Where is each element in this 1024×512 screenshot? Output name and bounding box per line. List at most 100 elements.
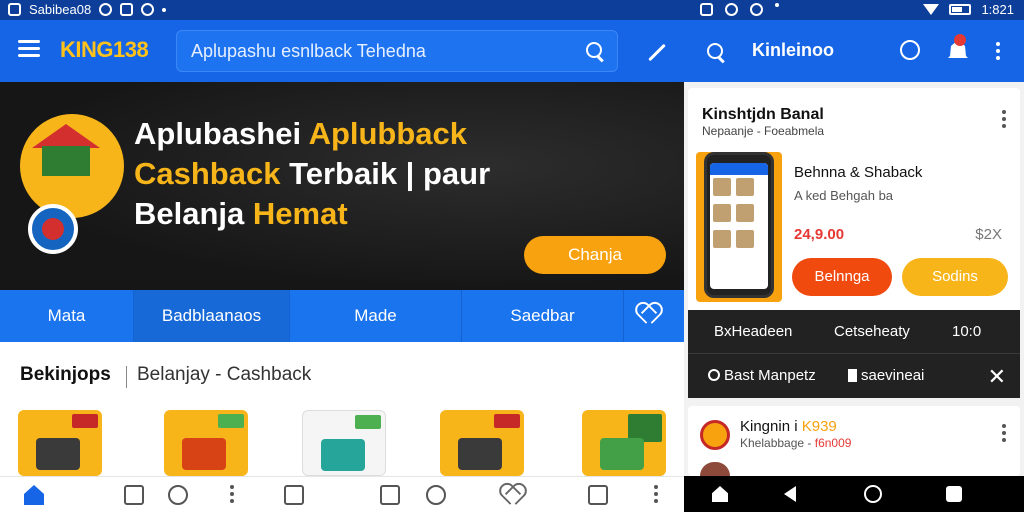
action-menu-row: Bast Manpetz saevineai ✕ — [688, 354, 1020, 398]
banner-title: Aplubashei Aplubback Cashback Terbaik | … — [134, 114, 514, 234]
document-icon — [848, 369, 857, 382]
subtitle-text: Khelabbage - — [740, 436, 812, 450]
edit-icon[interactable] — [644, 40, 668, 64]
product-detail-card: Kinshtjdn Banal Nepaanje - Foeabmela Beh… — [688, 88, 1020, 312]
product-name: Behnna & Shaback — [794, 164, 923, 181]
package-icon[interactable] — [588, 485, 608, 505]
home-circle-icon[interactable] — [864, 485, 882, 503]
more-icon[interactable] — [1002, 424, 1006, 445]
title-highlight: K939 — [801, 418, 837, 435]
menu-item[interactable]: BxHeadeen — [714, 323, 792, 340]
menu-item[interactable]: Cetseheaty — [834, 323, 910, 340]
buy-button[interactable]: Belnnga — [792, 258, 892, 296]
banner-title-part: Aplubback — [308, 116, 468, 151]
left-app: KING138 Aplupashu esnlback Tehedna Aplub… — [0, 20, 684, 512]
notification-icon — [8, 3, 21, 16]
status-bar: Sabibea08 1:821 — [0, 0, 1024, 20]
product-card[interactable] — [164, 410, 248, 476]
image-icon — [700, 3, 713, 16]
right-app-title: Kinleinoo — [752, 40, 834, 60]
more-icon[interactable] — [1002, 110, 1006, 131]
search-input[interactable]: Aplupashu esnlback Tehedna — [176, 30, 618, 72]
right-top-bar: Kinleinoo — [684, 20, 1024, 82]
tab-made[interactable]: Made — [290, 290, 462, 342]
notification-badge — [954, 34, 966, 46]
search-placeholder: Aplupashu esnlback Tehedna — [191, 41, 426, 61]
action-menu-row: BxHeadeen Cetseheaty 10:0 — [688, 310, 1020, 354]
product-card[interactable] — [582, 410, 666, 476]
status-mid-icons — [700, 3, 779, 16]
menu-item[interactable]: saevineai — [848, 367, 924, 384]
search-icon[interactable] — [585, 41, 605, 61]
product-card[interactable] — [302, 410, 386, 476]
save-button[interactable]: Sodins — [902, 258, 1008, 296]
list-item[interactable]: Kingnin i K939 Khelabbage - f6n009 — [688, 406, 1020, 476]
phone-image[interactable] — [704, 152, 774, 298]
heart-icon[interactable] — [636, 304, 660, 328]
divider — [126, 366, 127, 388]
upload-icon[interactable] — [380, 485, 400, 505]
product-price-alt: $2X — [975, 226, 1002, 243]
top-app-bar: KING138 Aplupashu esnlback Tehedna — [0, 20, 684, 82]
dot-icon — [162, 7, 167, 12]
product-card[interactable] — [18, 410, 102, 476]
status-left-text: Sabibea08 — [29, 2, 92, 17]
recents-icon[interactable] — [946, 486, 962, 502]
cart-icon[interactable] — [284, 485, 304, 505]
menu-item[interactable]: Bast Manpetz — [708, 367, 816, 384]
search-icon[interactable] — [168, 485, 188, 505]
category-tabs: Mata Badblaanaos Made Saedbar — [0, 290, 684, 342]
bookmark-icon[interactable] — [124, 485, 144, 505]
tab-saedbar[interactable]: Saedbar — [462, 290, 624, 342]
product-description: A ked Behgah ba — [794, 188, 894, 203]
battery-icon — [949, 4, 972, 15]
info-icon — [99, 3, 113, 16]
banner-cta-button[interactable]: Chanja — [524, 236, 666, 274]
card-subtitle: Nepaanje - Foeabmela — [702, 124, 825, 138]
wifi-icon — [923, 4, 940, 15]
sync-icon — [141, 3, 155, 16]
bottom-nav — [0, 476, 684, 512]
home-icon[interactable] — [712, 486, 728, 502]
section-title: Bekinjops — [20, 364, 111, 385]
status-left: Sabibea08 — [8, 2, 167, 17]
promo-banner[interactable]: Aplubashei Aplubback Cashback Terbaik | … — [0, 82, 684, 290]
menu-item[interactable]: 10:0 — [952, 323, 981, 340]
action-menu: BxHeadeen Cetseheaty 10:0 Bast Manpetz s… — [688, 310, 1020, 398]
account-icon[interactable] — [900, 40, 920, 60]
product-card[interactable] — [440, 410, 524, 476]
avatar — [700, 462, 730, 476]
menu-item-label: Bast Manpetz — [724, 367, 816, 384]
more-icon[interactable] — [996, 42, 1000, 63]
tab-badblaanaos[interactable]: Badblaanaos — [134, 290, 290, 342]
status-time: 1:821 — [981, 2, 1014, 17]
more-icon[interactable] — [654, 485, 658, 505]
banner-title-part: Terbaik | paur — [289, 156, 491, 191]
section-subtitle: Belanjay - Cashback — [137, 364, 312, 385]
products-section: Bekinjops Belanjay - Cashback — [0, 342, 684, 476]
back-icon[interactable] — [784, 486, 796, 502]
coin-icon — [28, 204, 78, 254]
smile-icon — [708, 369, 720, 381]
search-icon[interactable] — [706, 42, 726, 62]
close-icon[interactable]: ✕ — [988, 364, 1006, 390]
banner-title-part: Cashback — [134, 156, 281, 191]
heart-icon[interactable] — [500, 485, 520, 505]
chat-icon[interactable] — [426, 485, 446, 505]
status-right: 1:821 — [923, 2, 1014, 17]
clock-icon — [750, 3, 763, 16]
avatar — [700, 420, 730, 450]
app-logo[interactable]: KING138 — [60, 37, 149, 63]
subtitle-highlight: f6n009 — [814, 436, 852, 450]
system-nav-bar — [684, 476, 1024, 512]
menu-icon[interactable] — [18, 40, 40, 58]
right-app: Kinleinoo Kinshtjdn Banal Nepaanje - Foe… — [684, 20, 1024, 512]
dot-icon — [775, 3, 779, 7]
home-icon[interactable] — [24, 485, 44, 505]
banner-title-part: Belanja — [134, 196, 245, 231]
banner-title-part: Hemat — [252, 196, 348, 231]
card-title: Kinshtjdn Banal — [702, 106, 824, 123]
tab-mata[interactable]: Mata — [0, 290, 134, 342]
alarm-icon — [725, 3, 738, 16]
more-icon[interactable] — [230, 485, 234, 505]
